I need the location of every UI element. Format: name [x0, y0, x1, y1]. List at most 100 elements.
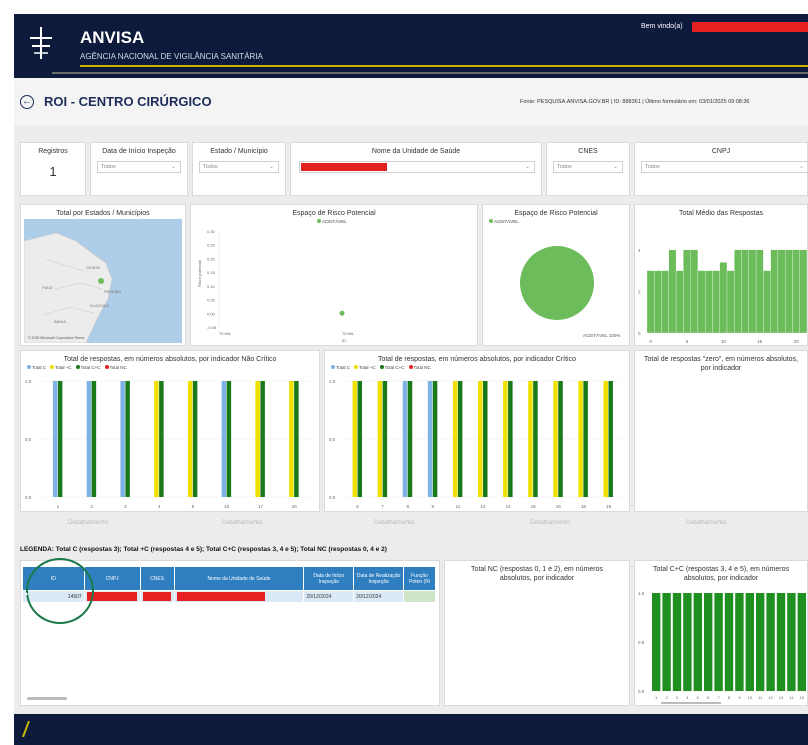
cnes-select[interactable]: Todos ⌄	[553, 161, 623, 173]
table-header-data-realizacao[interactable]: Data de Realização Inspeção	[353, 566, 405, 591]
bar	[221, 381, 227, 497]
unidade-label: Nome da Unidade de Saúde	[371, 148, 461, 155]
chevron-down-icon: ⌄	[524, 164, 530, 170]
bar	[690, 249, 699, 334]
y-tick-label: 0.5	[25, 437, 32, 442]
x-tick-label: 9	[432, 504, 435, 509]
critical-chart[interactable]: 1.0 0.5 0.0 6 7 8 9 11 12 14 15 16 18 19	[327, 371, 629, 511]
cnes-redacted	[142, 592, 171, 601]
x-tick-label: 10	[224, 504, 230, 509]
x-tick-label: 5	[686, 339, 689, 344]
bar	[724, 593, 734, 691]
x-tick-label: 7	[717, 695, 720, 700]
y-tick-label: 0.0	[25, 495, 32, 500]
bar	[719, 262, 728, 334]
legend-dot	[331, 365, 335, 369]
cnpj-label: CNPJ	[711, 148, 731, 155]
x-tick-label: 15	[800, 695, 805, 700]
bar	[654, 270, 662, 334]
map-title: Total por Estados / Municípios	[56, 210, 150, 217]
critical-card: Total de respostas, em números absolutos…	[324, 350, 630, 512]
cnpj-select[interactable]: Todos ⌄	[641, 161, 808, 173]
x-tick-label: 18	[581, 504, 587, 509]
bar	[52, 381, 58, 497]
table-header-cnes[interactable]: CNES	[139, 566, 175, 591]
y-tick-label: 0.25	[207, 243, 216, 248]
bar	[646, 270, 655, 334]
bar	[382, 381, 388, 497]
sort-icon[interactable]: ▲	[24, 591, 29, 597]
legend-label: Total C	[336, 365, 351, 370]
detalhamento-link[interactable]: Detalhamento	[222, 519, 262, 526]
bar	[427, 381, 433, 497]
horizontal-scrollbar[interactable]	[27, 697, 67, 700]
horizontal-scrollbar	[661, 702, 721, 704]
bar	[693, 593, 702, 691]
legend-label: Total C	[32, 365, 47, 370]
y-tick-label: 0.05	[207, 298, 216, 303]
bar	[662, 593, 671, 691]
noncritical-chart[interactable]: 1.0 0.5 0.0 1 2 3 4 5 10 17 20	[23, 371, 319, 511]
legend-label: Total NC	[413, 365, 431, 370]
dashboard-root: ANVISA AGÊNCIA NACIONAL DE VIGILÂNCIA SA…	[0, 0, 808, 745]
risk-pie-chart[interactable]: ACEITÁVEL 100%	[487, 231, 627, 343]
gold-divider	[80, 65, 808, 67]
app-subtitle: AGÊNCIA NACIONAL DE VIGILÂNCIA SANITÁRIA	[80, 52, 263, 61]
cnpj-filter: CNPJ Todos ⌄	[634, 142, 808, 196]
risk-pie-legend: ACEITÁVEL	[489, 219, 519, 224]
x-tick-label: 70 MIL	[219, 331, 232, 336]
bar	[187, 381, 193, 497]
bar	[776, 593, 786, 691]
y-tick-label: 0.10	[207, 284, 216, 289]
detalhamento-link[interactable]: Detalhamento	[68, 519, 108, 526]
detalhamento-link[interactable]: Detalhamento	[374, 519, 414, 526]
legend-dot	[27, 365, 31, 369]
bar	[675, 270, 684, 334]
risk-scatter-plot[interactable]: 0.30 0.25 0.20 0.15 0.10 0.05 0.00 -0.05 Risco p…	[195, 227, 473, 343]
map-visual[interactable]: CEARÁ PARAÍBA ALAGOAS PIAUÍ BAHIA © 2025…	[24, 219, 182, 343]
legend-dot	[379, 365, 384, 369]
bar	[755, 249, 764, 334]
y-tick-label: -0.05	[207, 325, 217, 330]
x-tick-label: 3	[124, 504, 127, 509]
map-point[interactable]	[98, 278, 104, 284]
cc-chart-title: Total C+C (respostas 3, 4 e 5), em númer…	[653, 566, 789, 582]
bar	[661, 270, 669, 334]
legend-dot	[408, 365, 413, 369]
noncritical-card: Total de respostas, em números absolutos…	[20, 350, 320, 512]
table-header-unidade[interactable]: Nome da Unidade de Saúde	[173, 566, 305, 591]
x-tick-label: 10	[748, 695, 753, 700]
bar	[608, 381, 613, 497]
estado-select[interactable]: Todos ⌄	[199, 161, 279, 173]
table-header-data-inicio[interactable]: Data de Início Inspeção	[303, 566, 355, 591]
legend-dot	[104, 365, 109, 369]
unidade-value-redacted	[301, 163, 387, 171]
bar	[578, 381, 583, 497]
unidade-redacted	[176, 592, 265, 601]
y-tick-label: 2	[638, 289, 641, 294]
cell-cnes	[139, 590, 175, 603]
detalhamento-link[interactable]: Detalhamento	[530, 519, 570, 526]
back-arrow-icon[interactable]: ←	[20, 95, 34, 109]
y-tick-label: 0.0	[638, 689, 645, 694]
x-tick-label: 14	[506, 504, 512, 509]
bar	[756, 593, 765, 691]
cc-chart[interactable]: 1.00.50.01 2 3 4 5 6 7 8 9 10 11 12 13 14 15	[637, 587, 808, 705]
legend-label: Total +C	[55, 365, 72, 370]
bar	[748, 249, 757, 334]
y-tick-label: 1.0	[638, 591, 645, 596]
table-header-funcao[interactable]: Função Poten (Ri	[403, 566, 436, 591]
y-tick-label: 0	[638, 331, 641, 336]
noncritical-title: Total de respostas, em números absolutos…	[63, 356, 277, 363]
legend-dot	[354, 365, 359, 369]
bar	[86, 381, 92, 497]
data-inicio-select[interactable]: Todos ⌄	[97, 161, 181, 173]
detalhamento-link[interactable]: Detalhamento	[686, 519, 726, 526]
risk-scatter-legend-label: ACEITÁVEL	[322, 219, 347, 224]
cnes-value: Todos	[557, 164, 572, 170]
legend-text: LEGENDA: Total C (respostas 3); Total +C…	[20, 546, 387, 553]
estado-value: Todos	[203, 164, 218, 170]
cell-data-inicio: 20/12/2024	[303, 590, 355, 603]
x-tick-label: 0	[649, 339, 652, 344]
avg-responses-chart[interactable]: 4200 5 10 15 20	[637, 221, 808, 345]
